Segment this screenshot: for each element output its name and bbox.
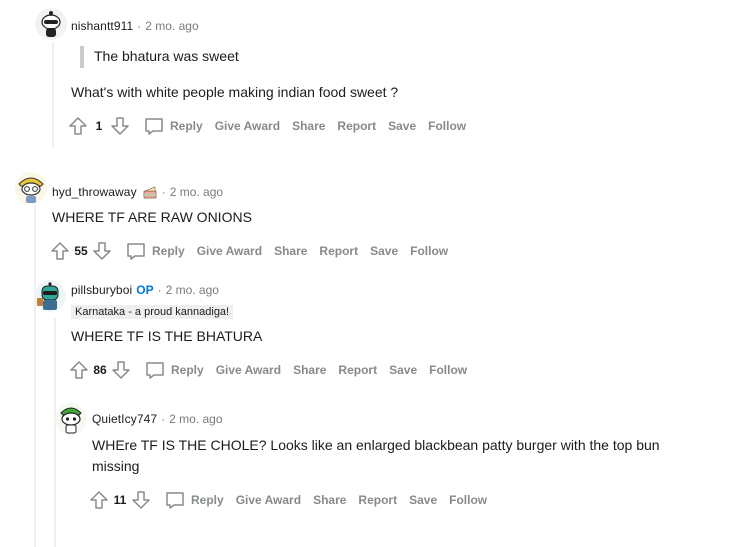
follow-button[interactable]: Follow	[449, 493, 487, 507]
give-award-button[interactable]: Give Award	[216, 363, 281, 377]
follow-button[interactable]: Follow	[410, 244, 448, 258]
username[interactable]: QuietIcy747	[92, 412, 157, 426]
avatar[interactable]	[35, 8, 67, 40]
speech-bubble-icon	[127, 243, 145, 260]
quote-text: The bhatura was sweet	[94, 48, 239, 64]
upvote-arrow-icon[interactable]	[69, 360, 89, 380]
username[interactable]: hyd_throwaway	[52, 185, 137, 199]
quote-block: The bhatura was sweet	[80, 46, 239, 68]
user-flair: Karnataka - a proud kannadiga!	[71, 305, 234, 319]
snoo-avatar-icon	[55, 403, 87, 435]
downvote-arrow-icon[interactable]	[131, 490, 151, 510]
upvote-arrow-icon[interactable]	[50, 241, 70, 261]
separator-dot: ·	[161, 412, 166, 426]
avatar[interactable]	[55, 403, 87, 435]
share-button[interactable]: Share	[293, 363, 326, 377]
avatar[interactable]	[15, 172, 47, 204]
thread-line[interactable]	[52, 42, 54, 148]
reply-label: Reply	[170, 119, 203, 133]
upvote-arrow-icon[interactable]	[89, 490, 109, 510]
reply-button[interactable]: Reply	[145, 360, 204, 380]
share-button[interactable]: Share	[313, 493, 346, 507]
thread-line[interactable]	[34, 205, 36, 547]
username[interactable]: pillsburyboi	[71, 283, 132, 297]
reply-button[interactable]: Reply	[144, 116, 203, 136]
snoo-avatar-icon	[35, 8, 67, 40]
vote-count: 11	[113, 493, 127, 507]
share-button[interactable]: Share	[274, 244, 307, 258]
timestamp[interactable]: 2 mo. ago	[145, 19, 198, 33]
downvote-arrow-icon[interactable]	[92, 241, 112, 261]
speech-bubble-icon	[166, 492, 184, 509]
comment-text: What's with white people making indian f…	[71, 84, 399, 100]
speech-bubble-icon	[145, 118, 163, 135]
save-button[interactable]: Save	[388, 119, 416, 133]
separator-dot: ·	[137, 19, 142, 33]
separator-dot: ·	[157, 283, 162, 297]
downvote-arrow-icon[interactable]	[110, 116, 130, 136]
report-button[interactable]: Report	[319, 244, 358, 258]
report-button[interactable]: Report	[358, 493, 397, 507]
comment-text-line: WHEre TF IS THE CHOLE? Looks like an enl…	[92, 437, 660, 453]
username[interactable]: nishantt911	[71, 19, 133, 33]
comment-actions: 11 Reply Give Award Share Report Save Fo…	[89, 490, 487, 510]
comment-text-line: missing	[92, 458, 140, 474]
timestamp[interactable]: 2 mo. ago	[169, 412, 222, 426]
timestamp[interactable]: 2 mo. ago	[170, 185, 223, 199]
downvote-arrow-icon[interactable]	[111, 360, 131, 380]
separator-dot: ·	[161, 185, 166, 199]
give-award-button[interactable]: Give Award	[197, 244, 262, 258]
comment-actions: 1 Reply Give Award Share Report Save Fol…	[68, 116, 466, 136]
snoo-avatar-icon	[15, 172, 47, 204]
reply-label: Reply	[191, 493, 224, 507]
comment-text: WHEre TF IS THE CHOLE? Looks like an enl…	[92, 435, 722, 477]
thread-line[interactable]	[54, 318, 56, 547]
upvote-arrow-icon[interactable]	[68, 116, 88, 136]
save-button[interactable]: Save	[370, 244, 398, 258]
reply-label: Reply	[171, 363, 204, 377]
reply-button[interactable]: Reply	[126, 241, 185, 261]
follow-button[interactable]: Follow	[429, 363, 467, 377]
reply-label: Reply	[152, 244, 185, 258]
vote-count: 86	[93, 363, 107, 377]
avatar[interactable]	[34, 280, 66, 312]
report-button[interactable]: Report	[338, 363, 377, 377]
save-button[interactable]: Save	[389, 363, 417, 377]
op-badge: OP	[136, 283, 154, 297]
reply-button[interactable]: Reply	[165, 490, 224, 510]
save-button[interactable]: Save	[409, 493, 437, 507]
give-award-button[interactable]: Give Award	[236, 493, 301, 507]
share-button[interactable]: Share	[292, 119, 325, 133]
comment-actions: 86 Reply Give Award Share Report Save Fo…	[69, 360, 467, 380]
snoo-avatar-icon	[34, 280, 66, 312]
cake-icon	[142, 184, 158, 200]
comment-text: WHERE TF IS THE BHATURA	[71, 328, 263, 344]
vote-count: 55	[74, 244, 88, 258]
report-button[interactable]: Report	[337, 119, 376, 133]
comment-actions: 55 Reply Give Award Share Report Save Fo…	[50, 241, 448, 261]
timestamp[interactable]: 2 mo. ago	[166, 283, 219, 297]
vote-count: 1	[95, 119, 103, 133]
comment-text: WHERE TF ARE RAW ONIONS	[52, 209, 252, 225]
give-award-button[interactable]: Give Award	[215, 119, 280, 133]
speech-bubble-icon	[146, 362, 164, 379]
follow-button[interactable]: Follow	[428, 119, 466, 133]
